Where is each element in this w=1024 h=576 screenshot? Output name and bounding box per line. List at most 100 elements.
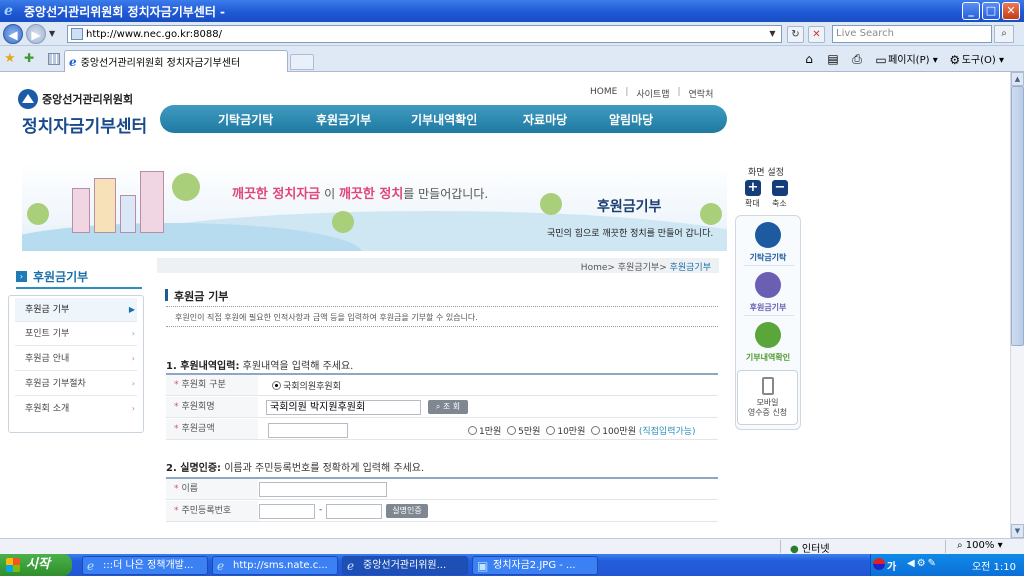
zoom-in-button[interactable]: + (745, 180, 761, 196)
search-input[interactable]: Live Search (832, 25, 992, 43)
zoom-level[interactable]: ⌕ 100% ▾ (957, 540, 1003, 551)
search-icon[interactable]: ⌕ (994, 25, 1014, 43)
amount-radio-1[interactable] (468, 426, 477, 435)
tree-illustration (27, 203, 49, 225)
org-name[interactable]: 중앙선거관리위원회 (42, 91, 133, 107)
util-contact-link[interactable]: 연락처 (689, 87, 714, 100)
supporter-name-input[interactable]: 국회의원 박지원후원회 (266, 400, 421, 415)
ie-icon: e (87, 559, 95, 573)
building-illustration (72, 188, 90, 233)
page-menu[interactable]: ▭페이지(P) ▾ (874, 51, 937, 67)
slogan-highlight: 깨끗한 정치자금 (232, 187, 321, 202)
lnb-item-point[interactable]: 포인트 기부 › (15, 322, 137, 346)
close-button[interactable]: ✕ (1002, 2, 1020, 20)
row-amount: * 후원금액 1만원 5만원 10만원 100만원 (직접입력가능) (166, 419, 718, 440)
radio-selected[interactable] (272, 381, 281, 390)
rrn-front-input[interactable] (259, 504, 315, 519)
row-rrn: * 주민등록번호 - 실명인증 (166, 501, 718, 522)
scroll-thumb[interactable] (1011, 86, 1024, 346)
quick-tabs-icon[interactable] (48, 53, 60, 65)
quick-item-history[interactable]: 기부내역확인 (736, 322, 800, 363)
amount-radio-100[interactable] (591, 426, 601, 435)
breadcrumb-item[interactable]: 후원금기부 (618, 263, 659, 273)
home-icon[interactable]: ⌂ (802, 52, 816, 66)
amount-option-label: 10만원 (557, 427, 586, 437)
stop-icon[interactable]: ✕ (808, 26, 825, 43)
nec-logo-icon[interactable] (18, 89, 38, 109)
chevron-right-icon: › (131, 329, 135, 338)
quick-item-label: 후원금기부 (749, 303, 787, 312)
minimize-button[interactable]: _ (962, 2, 980, 20)
utility-links: HOME | 사이트맵 | 연락처 (590, 87, 713, 100)
ime-indicator[interactable]: 가 (887, 558, 896, 573)
mobile-phone-icon (761, 377, 774, 395)
quick-item-deposit[interactable]: 기탁금기탁 (736, 222, 800, 263)
tab-current[interactable]: e 중앙선거관리위원회 정치자금기부센터 (64, 50, 288, 72)
lnb-item-donate[interactable]: 후원금 기부 ▶ (15, 298, 137, 322)
print-icon[interactable]: ⎙ (850, 52, 864, 66)
taskbar-item[interactable]: e http://sms.nate.c... (212, 556, 338, 575)
add-favorite-icon[interactable]: ✚ (24, 51, 34, 65)
amount-input[interactable] (268, 423, 348, 438)
rrn-back-input[interactable] (326, 504, 382, 519)
page-title: 후원금 기부 (174, 290, 229, 303)
address-url[interactable]: http://www.nec.go.kr:8088/ (86, 29, 222, 40)
mobile-receipt-button[interactable]: 모바일 영수증 신청 (737, 370, 798, 425)
scroll-up-icon[interactable]: ▲ (1011, 72, 1024, 86)
util-sitemap-link[interactable]: 사이트맵 (636, 87, 669, 100)
scroll-down-icon[interactable]: ▼ (1011, 524, 1024, 538)
gnb-item-resources[interactable]: 자료마당 (523, 111, 567, 128)
favorites-star-icon[interactable]: ★ (4, 51, 16, 66)
section2-heading: 2. 실명인증: 이름과 주민등록번호를 정확하게 입력해 주세요. (166, 459, 424, 474)
new-tab-button[interactable] (290, 54, 314, 70)
forward-button[interactable]: ▶ (26, 23, 46, 44)
windows-flag-icon (6, 558, 20, 572)
history-dropdown-icon[interactable]: ▼ (49, 29, 55, 38)
amount-radio-5[interactable] (507, 426, 517, 435)
section2-desc: 이름과 주민등록번호를 정확하게 입력해 주세요. (224, 463, 425, 474)
vertical-scrollbar[interactable]: ▲ ▼ (1010, 72, 1024, 538)
back-button[interactable]: ◀ (3, 23, 23, 44)
lnb-item-about[interactable]: 후원회 소개 › (15, 397, 137, 421)
gnb-item-donation[interactable]: 후원금기부 (316, 111, 371, 128)
breadcrumb-home[interactable]: Home (581, 263, 608, 273)
amount-option-label: 1만원 (479, 427, 502, 437)
zoom-out-button[interactable]: − (772, 180, 788, 196)
divider (945, 540, 946, 553)
amount-radio-10[interactable] (546, 426, 556, 435)
row-person-name: * 이름 (166, 479, 718, 500)
lookup-button[interactable]: ⌕ 조 회 (428, 400, 468, 414)
lnb-item-procedure[interactable]: 후원금 기부절차 › (15, 372, 137, 396)
quick-item-donation[interactable]: 후원금기부 (736, 272, 800, 313)
divider (780, 540, 781, 553)
site-title[interactable]: 정치자금기부센터 (22, 112, 147, 137)
page-icon (71, 28, 83, 40)
lnb-item-guide[interactable]: 후원금 안내 › (15, 347, 137, 371)
tray-icons[interactable]: ◀⚙✎ (907, 558, 938, 569)
clock: 오전 1:10 (971, 562, 1016, 573)
person-name-input[interactable] (259, 482, 387, 497)
gnb-item-notices[interactable]: 알림마당 (609, 111, 653, 128)
gnb-item-deposit[interactable]: 기탁금기탁 (218, 111, 273, 128)
util-home-link[interactable]: HOME (590, 87, 617, 100)
verify-button[interactable]: 실명인증 (386, 504, 428, 518)
gnb-item-history[interactable]: 기부내역확인 (411, 111, 477, 128)
taskbar-item[interactable]: e:::더 나은 정책개발... (82, 556, 208, 575)
start-button[interactable]: 시작 (0, 554, 72, 576)
taskbar-item-active[interactable]: e 중앙선거관리위원... (342, 556, 468, 575)
maximize-button[interactable]: □ (982, 2, 1000, 20)
type-radio[interactable]: 국회의원후원회 (272, 379, 341, 392)
zoom-in-label: 확대 (745, 199, 760, 208)
window-title: 중앙선거관리위원회 정치자금기부센터 - (24, 4, 226, 19)
korean-flag-icon[interactable] (873, 558, 885, 570)
page-icon: ▭ (875, 53, 887, 67)
refresh-icon[interactable]: ↻ (787, 26, 804, 43)
address-field[interactable]: http://www.nec.go.kr:8088/ ▼ (67, 25, 782, 43)
person-name-label: * 이름 (166, 479, 258, 499)
tools-menu[interactable]: ⚙ 도구(O) ▾ (948, 51, 1004, 67)
address-dropdown-icon[interactable]: ▼ (766, 27, 779, 41)
mobile-label: 모바일 (756, 398, 779, 407)
feeds-icon[interactable]: ▤ (826, 52, 840, 66)
taskbar-item[interactable]: ▣ 정치자금2.JPG - ... (472, 556, 598, 575)
zoom-value: 100% (965, 540, 995, 551)
